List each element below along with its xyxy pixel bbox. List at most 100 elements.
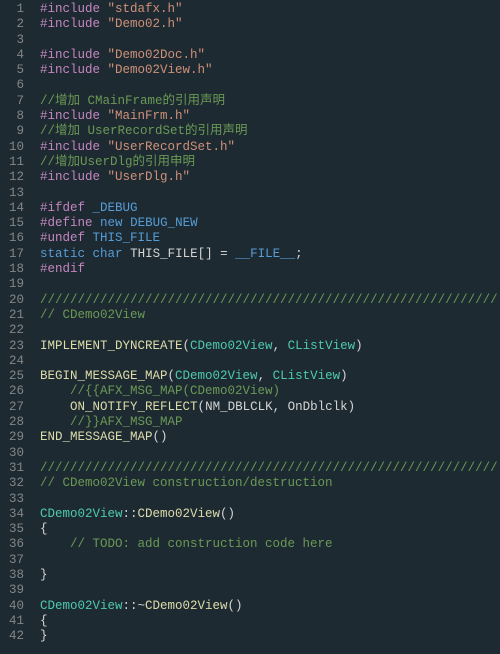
token-plain xyxy=(85,247,93,261)
code-line[interactable]: #include "Demo02Doc.h" xyxy=(40,48,500,63)
token-plain: { xyxy=(40,614,48,628)
line-number: 37 xyxy=(6,553,24,568)
line-number: 3 xyxy=(6,33,24,48)
token-type: CListView xyxy=(288,339,356,353)
line-number: 18 xyxy=(6,262,24,277)
line-number: 5 xyxy=(6,63,24,78)
token-plain: , xyxy=(273,400,288,414)
token-pre: #undef xyxy=(40,231,85,245)
code-line[interactable] xyxy=(40,553,500,568)
code-line[interactable]: //增加 CMainFrame的引用声明 xyxy=(40,94,500,109)
code-line[interactable]: // TODO: add construction code here xyxy=(40,537,500,552)
line-number: 4 xyxy=(6,48,24,63)
token-plain xyxy=(100,17,108,31)
code-line[interactable]: #ifdef _DEBUG xyxy=(40,201,500,216)
line-number: 25 xyxy=(6,369,24,384)
token-kw: static xyxy=(40,247,85,261)
code-line[interactable] xyxy=(40,354,500,369)
line-number: 41 xyxy=(6,614,24,629)
code-line[interactable]: #define new DEBUG_NEW xyxy=(40,216,500,231)
token-pre: #include xyxy=(40,48,100,62)
token-type: CDemo02View xyxy=(40,599,123,613)
code-line[interactable] xyxy=(40,186,500,201)
token-plain: } xyxy=(40,568,48,582)
token-kw: char xyxy=(93,247,123,261)
line-number: 36 xyxy=(6,537,24,552)
code-line[interactable]: #include "UserRecordSet.h" xyxy=(40,140,500,155)
line-number: 33 xyxy=(6,492,24,507)
code-line[interactable]: } xyxy=(40,568,500,583)
code-line[interactable] xyxy=(40,492,500,507)
code-line[interactable]: ////////////////////////////////////////… xyxy=(40,293,500,308)
token-str: "UserRecordSet.h" xyxy=(108,140,236,154)
code-line[interactable]: #include "UserDlg.h" xyxy=(40,170,500,185)
code-line[interactable]: #include "stdafx.h" xyxy=(40,2,500,17)
line-number: 21 xyxy=(6,308,24,323)
code-line[interactable]: IMPLEMENT_DYNCREATE(CDemo02View, CListVi… xyxy=(40,339,500,354)
line-number: 13 xyxy=(6,186,24,201)
code-line[interactable]: CDemo02View::~CDemo02View() xyxy=(40,599,500,614)
code-line[interactable]: #endif xyxy=(40,262,500,277)
code-line[interactable]: { xyxy=(40,522,500,537)
token-str: "MainFrm.h" xyxy=(108,109,191,123)
code-line[interactable]: // CDemo02View construction/destruction xyxy=(40,476,500,491)
line-number: 24 xyxy=(6,354,24,369)
line-number: 11 xyxy=(6,155,24,170)
code-line[interactable]: #include "MainFrm.h" xyxy=(40,109,500,124)
code-line[interactable]: } xyxy=(40,629,500,644)
token-plain xyxy=(40,415,70,429)
token-plain xyxy=(123,216,131,230)
token-cmt: ////////////////////////////////////////… xyxy=(40,293,498,307)
token-cmt: // CDemo02View xyxy=(40,308,145,322)
token-fn: BEGIN_MESSAGE_MAP xyxy=(40,369,168,383)
token-str: "Demo02Doc.h" xyxy=(108,48,206,62)
token-plain xyxy=(100,170,108,184)
code-line[interactable]: //}}AFX_MSG_MAP xyxy=(40,415,500,430)
code-line[interactable]: //增加UserDlg的引用申明 xyxy=(40,155,500,170)
code-line[interactable]: static char THIS_FILE[] = __FILE__; xyxy=(40,247,500,262)
token-plain xyxy=(40,537,70,551)
code-line[interactable]: //{{AFX_MSG_MAP(CDemo02View) xyxy=(40,384,500,399)
code-line[interactable]: #include "Demo02.h" xyxy=(40,17,500,32)
token-plain: ; xyxy=(295,247,303,261)
line-number: 39 xyxy=(6,583,24,598)
line-number: 6 xyxy=(6,78,24,93)
code-line[interactable]: // CDemo02View xyxy=(40,308,500,323)
code-line[interactable] xyxy=(40,583,500,598)
code-line[interactable]: ON_NOTIFY_REFLECT(NM_DBLCLK, OnDblclk) xyxy=(40,400,500,415)
line-number: 8 xyxy=(6,109,24,124)
code-editor[interactable]: 1234567891011121314151617181920212223242… xyxy=(0,0,500,654)
token-plain xyxy=(100,48,108,62)
line-number: 32 xyxy=(6,476,24,491)
token-plain: () xyxy=(153,430,168,444)
code-line[interactable]: BEGIN_MESSAGE_MAP(CDemo02View, CListView… xyxy=(40,369,500,384)
code-line[interactable] xyxy=(40,33,500,48)
token-plain xyxy=(85,201,93,215)
token-cmt: //增加 CMainFrame的引用声明 xyxy=(40,94,225,108)
line-number: 10 xyxy=(6,140,24,155)
code-area[interactable]: #include "stdafx.h"#include "Demo02.h" #… xyxy=(34,0,500,654)
code-line[interactable] xyxy=(40,78,500,93)
code-line[interactable]: { xyxy=(40,614,500,629)
token-plain xyxy=(100,2,108,16)
token-fn: END_MESSAGE_MAP xyxy=(40,430,153,444)
code-line[interactable] xyxy=(40,323,500,338)
code-line[interactable]: #undef THIS_FILE xyxy=(40,231,500,246)
code-line[interactable] xyxy=(40,277,500,292)
token-pre: #include xyxy=(40,170,100,184)
token-fn: CDemo02View xyxy=(138,507,221,521)
code-line[interactable]: CDemo02View::CDemo02View() xyxy=(40,507,500,522)
token-plain: THIS_FILE[] = xyxy=(130,247,235,261)
code-line[interactable] xyxy=(40,446,500,461)
token-plain xyxy=(93,216,101,230)
code-line[interactable]: //增加 UserRecordSet的引用声明 xyxy=(40,124,500,139)
code-line[interactable]: #include "Demo02View.h" xyxy=(40,63,500,78)
code-line[interactable]: ////////////////////////////////////////… xyxy=(40,461,500,476)
line-number: 19 xyxy=(6,277,24,292)
token-plain: ) xyxy=(355,339,363,353)
token-type: CDemo02View xyxy=(40,507,123,521)
line-number: 14 xyxy=(6,201,24,216)
token-pre: #include xyxy=(40,109,100,123)
line-number: 28 xyxy=(6,415,24,430)
code-line[interactable]: END_MESSAGE_MAP() xyxy=(40,430,500,445)
